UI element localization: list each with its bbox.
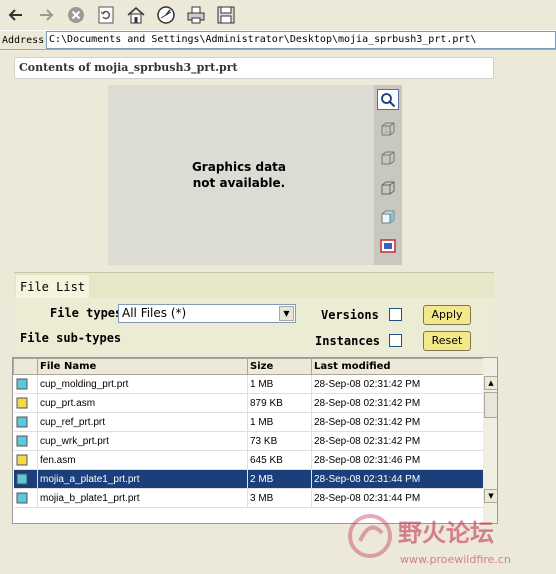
file-types-select[interactable]: All Files (*) ▼ (118, 304, 296, 323)
column-header-name[interactable]: File Name (37, 358, 248, 375)
file-name-cell[interactable]: mojia_b_plate1_prt.prt (37, 488, 248, 508)
file-list-tab-bar: File List (14, 272, 494, 299)
history-icon[interactable] (153, 2, 179, 28)
file-size-cell: 1 MB (247, 412, 312, 432)
file-list-table: File Name Size Last modified cup_molding… (12, 357, 498, 524)
file-type-icon (13, 469, 38, 489)
file-rows: cup_molding_prt.prt 1 MB 28-Sep-08 02:31:4… (13, 374, 484, 508)
save-icon[interactable] (213, 2, 239, 28)
file-name-cell[interactable]: fen.asm (37, 450, 248, 470)
file-table: File Name Size Last modified cup_molding… (13, 358, 484, 508)
part-file-icon (16, 416, 28, 428)
table-row[interactable]: mojia_b_plate1_prt.prt 3 MB 28-Sep-08 02:3… (13, 488, 484, 508)
column-header-modified[interactable]: Last modified (311, 358, 484, 375)
view-toolbar (374, 85, 402, 265)
file-modified-cell: 28-Sep-08 02:31:42 PM (311, 431, 484, 451)
file-type-icon (13, 393, 38, 413)
address-input[interactable]: C:\Documents and Settings\Administrator\… (46, 31, 556, 49)
file-name-cell[interactable]: cup_molding_prt.prt (37, 374, 248, 394)
shading-icon[interactable] (377, 206, 399, 227)
preview-message-line2: not available. (192, 176, 286, 190)
file-size-cell: 73 KB (247, 431, 312, 451)
file-name-cell[interactable]: mojia_a_plate1_prt.prt (37, 469, 248, 489)
file-size-cell: 879 KB (247, 393, 312, 413)
table-row[interactable]: cup_molding_prt.prt 1 MB 28-Sep-08 02:31:4… (13, 374, 484, 394)
apply-button[interactable]: Apply (423, 305, 471, 325)
table-row[interactable]: mojia_a_plate1_prt.prt 2 MB 28-Sep-08 02:3… (13, 469, 484, 489)
browser-toolbar (0, 0, 556, 30)
file-modified-cell: 28-Sep-08 02:31:42 PM (311, 412, 484, 432)
assembly-file-icon (16, 397, 28, 409)
file-size-cell: 2 MB (247, 469, 312, 489)
column-header-icon (13, 358, 38, 375)
stop-icon[interactable] (63, 2, 89, 28)
file-size-cell: 645 KB (247, 450, 312, 470)
part-file-icon (16, 473, 28, 485)
file-modified-cell: 28-Sep-08 02:31:42 PM (311, 393, 484, 413)
file-type-icon (13, 412, 38, 432)
file-list-controls: File types All Files (*) ▼ File sub-type… (14, 298, 494, 354)
hidden-line-icon[interactable] (377, 148, 399, 169)
file-modified-cell: 28-Sep-08 02:31:44 PM (311, 469, 484, 489)
table-row[interactable]: cup_wrk_prt.prt 73 KB 28-Sep-08 02:31:42 P… (13, 431, 484, 451)
content-area: Contents of mojia_sprbush3_prt.prt Graph… (0, 51, 556, 566)
back-arrow-icon[interactable] (3, 2, 29, 28)
table-row[interactable]: cup_prt.asm 879 KB 28-Sep-08 02:31:42 PM (13, 393, 484, 413)
scroll-down-icon[interactable]: ▼ (484, 489, 497, 503)
table-header-row: File Name Size Last modified (13, 358, 484, 375)
watermark-url: www.proewildfire.cn (400, 553, 511, 566)
file-name-cell[interactable]: cup_ref_prt.prt (37, 412, 248, 432)
table-row[interactable]: cup_ref_prt.prt 1 MB 28-Sep-08 02:31:42 PM (13, 412, 484, 432)
vertical-scrollbar[interactable]: ▲ ▼ (483, 358, 497, 523)
print-icon[interactable] (183, 2, 209, 28)
part-file-icon (16, 435, 28, 447)
wireframe-icon[interactable] (377, 118, 399, 139)
file-types-value: All Files (*) (122, 306, 187, 320)
instances-checkbox[interactable] (389, 334, 402, 347)
home-icon[interactable] (123, 2, 149, 28)
file-name-cell[interactable]: cup_prt.asm (37, 393, 248, 413)
scroll-up-icon[interactable]: ▲ (484, 376, 497, 390)
file-types-label: File types (50, 306, 123, 320)
watermark-title: 野火论坛 (398, 519, 494, 547)
preview-message: Graphics data not available. (108, 159, 370, 191)
file-subtypes-label: File sub-types (20, 331, 122, 345)
forward-arrow-icon[interactable] (33, 2, 59, 28)
table-row[interactable]: fen.asm 645 KB 28-Sep-08 02:31:46 PM (13, 450, 484, 470)
address-label: Address (2, 34, 45, 46)
file-size-cell: 1 MB (247, 374, 312, 394)
watermark-logo: 野火论坛 www.proewildfire.cn (340, 511, 550, 571)
zoom-icon[interactable] (377, 89, 399, 111)
graphics-preview: Graphics data not available. (108, 85, 402, 265)
file-modified-cell: 28-Sep-08 02:31:44 PM (311, 488, 484, 508)
file-modified-cell: 28-Sep-08 02:31:46 PM (311, 450, 484, 470)
no-hidden-icon[interactable] (377, 177, 399, 198)
address-bar: Address C:\Documents and Settings\Admini… (0, 30, 556, 50)
file-name-cell[interactable]: cup_wrk_prt.prt (37, 431, 248, 451)
model-info-icon[interactable] (377, 236, 399, 257)
instances-label: Instances (315, 334, 381, 348)
file-modified-cell: 28-Sep-08 02:31:42 PM (311, 374, 484, 394)
column-header-size[interactable]: Size (247, 358, 312, 375)
part-file-icon (16, 492, 28, 504)
file-type-icon (13, 431, 38, 451)
tab-file-list[interactable]: File List (16, 275, 90, 299)
file-type-icon (13, 450, 38, 470)
chevron-down-icon[interactable]: ▼ (279, 306, 294, 321)
refresh-icon[interactable] (93, 2, 119, 28)
file-type-icon (13, 488, 38, 508)
contents-title: Contents of mojia_sprbush3_prt.prt (14, 57, 494, 79)
versions-label: Versions (321, 308, 379, 322)
assembly-file-icon (16, 454, 28, 466)
part-file-icon (16, 378, 28, 390)
versions-checkbox[interactable] (389, 308, 402, 321)
file-type-icon (13, 374, 38, 394)
reset-button[interactable]: Reset (423, 331, 471, 351)
scroll-thumb[interactable] (484, 392, 497, 418)
file-size-cell: 3 MB (247, 488, 312, 508)
preview-message-line1: Graphics data (191, 160, 287, 174)
